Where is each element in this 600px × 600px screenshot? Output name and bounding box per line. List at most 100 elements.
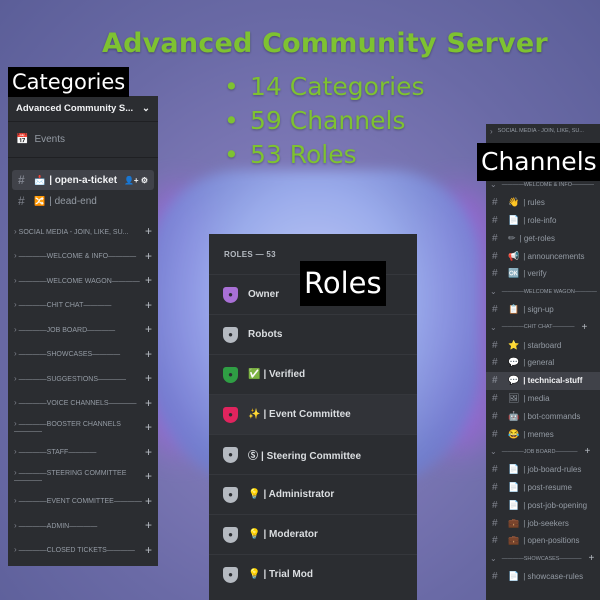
role-item[interactable]: ● ✨ | Event Committee bbox=[209, 394, 417, 434]
add-channel-icon[interactable]: + bbox=[145, 224, 152, 238]
category-name: ————WELCOME WAGON———— bbox=[501, 288, 597, 295]
channel-item[interactable]: # 📄 | post-resume bbox=[486, 479, 600, 497]
channel-item[interactable]: # 📄 | role-info bbox=[486, 212, 600, 230]
add-channel-icon[interactable]: + bbox=[145, 518, 152, 532]
role-shield-icon: ● bbox=[223, 526, 238, 543]
category-row[interactable]: › ————ADMIN———— + bbox=[8, 513, 158, 538]
category-row[interactable]: ⌄ ————JOB BOARD———— + bbox=[486, 443, 600, 461]
channel-emoji-icon: 📋 bbox=[508, 303, 520, 314]
add-channel-icon[interactable]: + bbox=[145, 322, 152, 336]
add-channel-icon[interactable]: + bbox=[145, 469, 152, 483]
category-row[interactable]: › ————WELCOME WAGON———— + bbox=[8, 268, 158, 293]
category-row[interactable]: › ————EVENT COMMITTEE———— + bbox=[8, 489, 158, 514]
category-row[interactable]: › ————BOOSTER CHANNELS———— + bbox=[8, 415, 158, 440]
chevron-right-icon: › bbox=[14, 324, 17, 334]
channel-item[interactable]: # 🤖 | bot-commands bbox=[486, 407, 600, 425]
role-name: ✅ | Verified bbox=[248, 369, 305, 380]
category-row[interactable]: › ————CLOSED TICKETS———— + bbox=[8, 538, 158, 563]
category-label: › ————STEERING COMMITTEE———— bbox=[14, 468, 145, 484]
add-channel-icon[interactable]: + bbox=[145, 420, 152, 434]
channel-settings-icons: 👤+ ⚙ bbox=[123, 175, 148, 185]
channel-item[interactable]: # 😂 | memes bbox=[486, 425, 600, 443]
add-channel-icon[interactable]: + bbox=[145, 273, 152, 287]
role-item[interactable]: ● 💡 | Administrator bbox=[209, 474, 417, 514]
channel-name: | memes bbox=[523, 429, 554, 439]
category-name: ————WELCOME WAGON———— bbox=[18, 277, 140, 285]
add-channel-icon[interactable]: + bbox=[585, 446, 591, 457]
channel-item[interactable]: # 💬 | general bbox=[486, 354, 600, 372]
channel-item[interactable]: # 📄 | job-board-rules bbox=[486, 461, 600, 479]
channel-item[interactable]: # ✏ | get-roles bbox=[486, 229, 600, 247]
channel-item[interactable]: # 🖼 | media bbox=[486, 390, 600, 408]
channel-item[interactable]: # 📋 | sign-up bbox=[486, 301, 600, 319]
add-channel-icon[interactable]: + bbox=[582, 322, 588, 333]
add-channel-icon[interactable]: + bbox=[145, 543, 152, 557]
category-label: › ————BOOSTER CHANNELS———— bbox=[14, 419, 145, 435]
events-item[interactable]: 📅 Events bbox=[8, 122, 158, 158]
role-item[interactable]: ● Robots bbox=[209, 314, 417, 354]
channel-item[interactable]: # 💼 | job-seekers bbox=[486, 514, 600, 532]
role-name: ✨ | Event Committee bbox=[248, 409, 351, 420]
category-row[interactable]: › SOCIAL MEDIA - JOIN, LIKE, SU... + bbox=[8, 219, 158, 244]
add-channel-icon[interactable]: + bbox=[145, 249, 152, 263]
role-label: Robots bbox=[248, 329, 283, 340]
category-name: SOCIAL MEDIA - JOIN, LIKE, SU... bbox=[18, 228, 129, 236]
chevron-down-icon: ⌄ bbox=[490, 287, 497, 297]
channel-item[interactable]: # 📢 | announcements bbox=[486, 247, 600, 265]
role-item[interactable]: ● 💡 | Trial Mod bbox=[209, 554, 417, 594]
category-row[interactable]: › ————STEERING COMMITTEE———— + bbox=[8, 464, 158, 489]
category-name: ————JOB BOARD———— bbox=[501, 448, 578, 455]
category-row[interactable]: › ————CHIT CHAT———— + bbox=[8, 293, 158, 318]
channel-item[interactable]: # 💬 | technical-stuff bbox=[486, 371, 600, 390]
channel-name: | verify bbox=[523, 269, 547, 279]
channel-name: | general bbox=[523, 358, 555, 368]
category-name: ————STAFF———— bbox=[18, 449, 97, 457]
category-row[interactable]: ⌄ ————SHOWCASES———— + bbox=[486, 550, 600, 568]
channel-item[interactable]: # ⭐ | starboard bbox=[486, 336, 600, 354]
channel-item[interactable]: # 👋 | rules bbox=[486, 194, 600, 212]
channel-name: | announcements bbox=[523, 251, 585, 261]
add-channel-icon[interactable]: + bbox=[145, 371, 152, 385]
category-row[interactable]: › ————STAFF———— + bbox=[8, 440, 158, 465]
role-label: | Administrator bbox=[263, 489, 335, 500]
channel-item[interactable]: # 📄 | post-job-opening bbox=[486, 496, 600, 514]
category-row[interactable]: › ————JOB BOARD———— + bbox=[8, 317, 158, 342]
add-channel-icon[interactable]: + bbox=[145, 396, 152, 410]
category-row[interactable]: › ————SHOWCASES———— + bbox=[8, 342, 158, 367]
channel-emoji-icon: 💬 bbox=[508, 357, 520, 368]
category-row[interactable]: › ————VOICE CHANNELS———— + bbox=[8, 391, 158, 416]
channel-emoji-icon: 😂 bbox=[508, 428, 520, 439]
category-name: ————SUGGESTIONS———— bbox=[18, 375, 127, 383]
hashtag-icon: # bbox=[492, 268, 498, 280]
category-row[interactable]: ⌄————WELCOME WAGON————+ bbox=[486, 283, 600, 301]
channel-item[interactable]: # 🔀 | dead-end bbox=[12, 191, 154, 211]
channel-name: | rules bbox=[523, 198, 545, 208]
channel-name: | open-positions bbox=[523, 536, 580, 546]
category-name: ————WELCOME & INFO———— bbox=[18, 253, 137, 261]
category-row[interactable]: › SOCIAL MEDIA - JOIN, LIKE, SU... bbox=[486, 124, 600, 138]
add-channel-icon[interactable]: + bbox=[145, 445, 152, 459]
chevron-right-icon: › bbox=[14, 419, 17, 429]
channel-item[interactable]: # 🆗 | verify bbox=[486, 265, 600, 283]
role-name: Robots bbox=[248, 329, 282, 340]
category-row[interactable]: ⌄ ————CHIT CHAT———— + bbox=[486, 318, 600, 336]
category-row[interactable]: › ————WELCOME & INFO———— + bbox=[8, 244, 158, 269]
channel-name: | bot-commands bbox=[523, 411, 581, 421]
role-item[interactable]: ● Ⓢ | Steering Committee bbox=[209, 434, 417, 474]
add-channel-icon[interactable]: + bbox=[145, 347, 152, 361]
role-item[interactable]: ● ✅ | Verified bbox=[209, 354, 417, 394]
channel-item[interactable]: # 💼 | open-positions bbox=[486, 532, 600, 550]
channel-emoji-icon: 📩 bbox=[34, 174, 46, 185]
category-name: ————CHIT CHAT———— bbox=[501, 324, 575, 331]
server-header[interactable]: Advanced Community S... ⌄ bbox=[8, 96, 158, 122]
role-item[interactable]: ● 💡 | Moderator bbox=[209, 514, 417, 554]
channel-item[interactable]: # 📩 | open-a-ticket 👤+ ⚙ bbox=[12, 170, 154, 190]
channel-emoji-icon: 📄 bbox=[508, 499, 520, 510]
category-label: › ————EVENT COMMITTEE———— bbox=[14, 496, 142, 505]
channel-item[interactable]: # 📄 | showcase-rules bbox=[486, 568, 600, 586]
add-channel-icon[interactable]: + bbox=[588, 553, 594, 564]
chevron-down-icon: ⌄ bbox=[490, 322, 497, 332]
add-channel-icon[interactable]: + bbox=[145, 298, 152, 312]
category-row[interactable]: › ————SUGGESTIONS———— + bbox=[8, 366, 158, 391]
add-channel-icon[interactable]: + bbox=[145, 494, 152, 508]
